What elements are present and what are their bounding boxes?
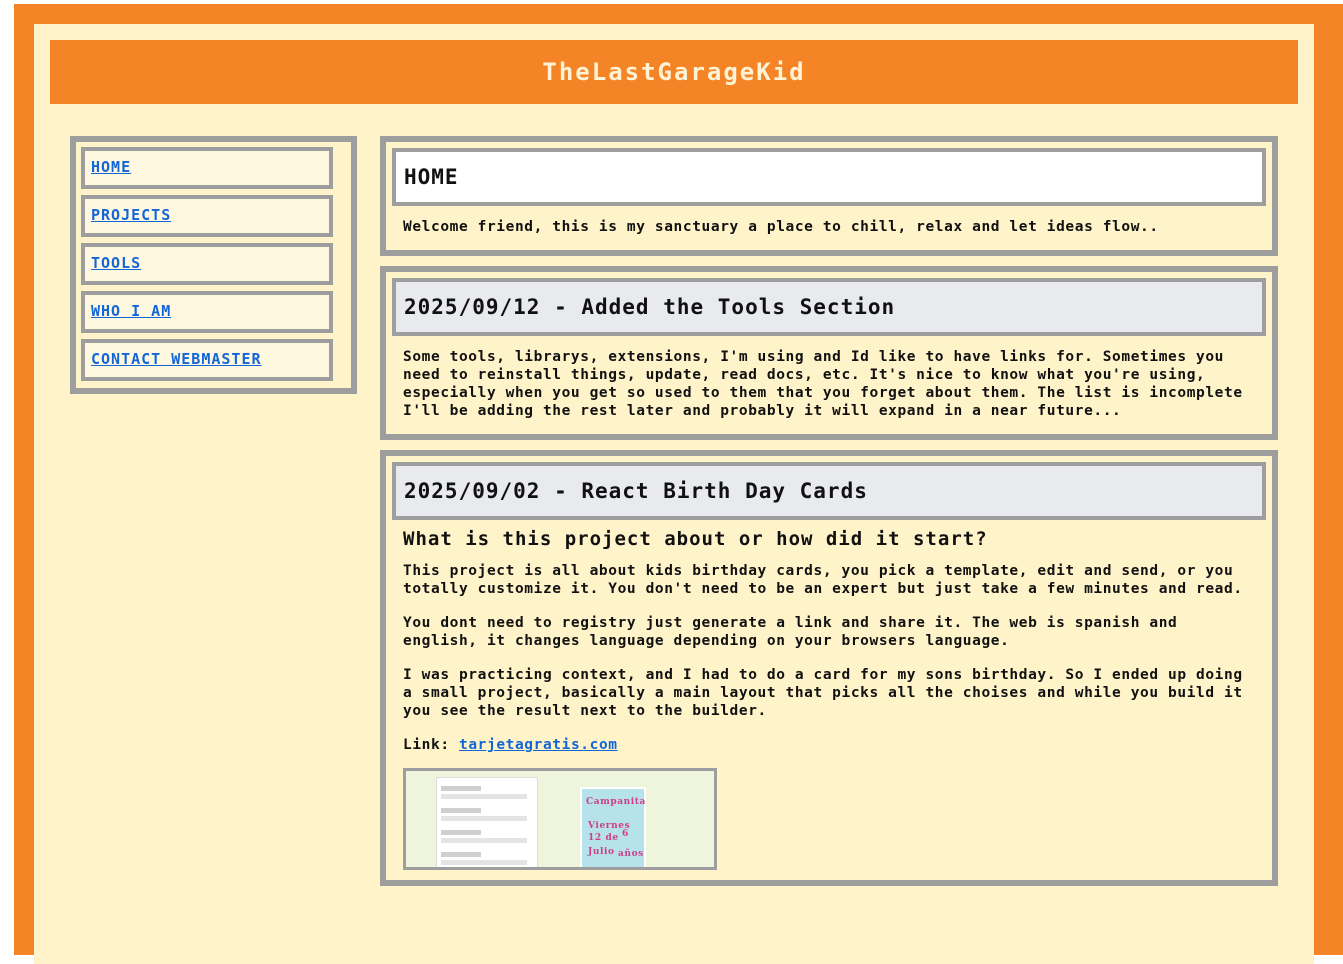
post-header: HOME xyxy=(392,148,1266,206)
nav-link-who-i-am[interactable]: WHO I AM xyxy=(91,302,171,320)
post-header: 2025/09/02 - React Birth Day Cards xyxy=(392,462,1266,520)
post-text: Welcome friend, this is my sanctuary a p… xyxy=(403,219,1159,235)
sidebar-item-who-i-am[interactable]: WHO I AM xyxy=(81,291,333,333)
project-screenshot-image[interactable]: Campanita Viernes 12 de 6 Julio años xyxy=(403,768,717,870)
nav-link-projects[interactable]: PROJECTS xyxy=(91,206,171,224)
page-frame: TheLastGarageKid HOME PROJECTS TOOLS WHO… xyxy=(14,4,1343,964)
sidebar-item-home[interactable]: HOME xyxy=(81,147,333,189)
project-link[interactable]: tarjetagratis.com xyxy=(459,737,618,753)
post-tools-section: 2025/09/12 - Added the Tools Section Som… xyxy=(380,266,1278,440)
post-title: 2025/09/12 - Added the Tools Section xyxy=(404,295,896,319)
sidebar-item-projects[interactable]: PROJECTS xyxy=(81,195,333,237)
post-subtitle: What is this project about or how did it… xyxy=(403,528,988,550)
post-body: What is this project about or how did it… xyxy=(392,520,1266,874)
post-title: 2025/09/02 - React Birth Day Cards xyxy=(404,479,868,503)
post-title: HOME xyxy=(404,165,459,189)
link-label: Link: xyxy=(403,737,450,753)
post-paragraph: You dont need to registry just generate … xyxy=(403,615,1178,649)
site-title: TheLastGarageKid xyxy=(542,58,806,86)
sidebar-item-contact[interactable]: CONTACT WEBMASTER xyxy=(81,339,333,381)
thumb-card-preview: Campanita Viernes 12 de 6 Julio años xyxy=(580,787,646,867)
post-link-line: Link: tarjetagratis.com xyxy=(403,736,1258,754)
post-home: HOME Welcome friend, this is my sanctuar… xyxy=(380,136,1278,256)
post-body: Some tools, librarys, extensions, I'm us… xyxy=(392,336,1266,428)
page-inner: TheLastGarageKid HOME PROJECTS TOOLS WHO… xyxy=(34,24,1314,964)
sidebar-nav: HOME PROJECTS TOOLS WHO I AM CONTACT WEB… xyxy=(70,136,357,394)
sidebar-item-tools[interactable]: TOOLS xyxy=(81,243,333,285)
nav-link-home[interactable]: HOME xyxy=(91,158,131,176)
post-birthday-cards: 2025/09/02 - React Birth Day Cards What … xyxy=(380,450,1278,886)
nav-link-contact-webmaster[interactable]: CONTACT WEBMASTER xyxy=(91,350,262,368)
post-header: 2025/09/12 - Added the Tools Section xyxy=(392,278,1266,336)
post-paragraph: This project is all about kids birthday … xyxy=(403,563,1243,597)
post-paragraph: I was practicing context, and I had to d… xyxy=(403,667,1243,719)
post-body: Welcome friend, this is my sanctuary a p… xyxy=(392,206,1266,244)
main-content: HOME Welcome friend, this is my sanctuar… xyxy=(380,136,1278,896)
site-header: TheLastGarageKid xyxy=(50,40,1298,104)
thumb-form-mockup xyxy=(436,777,538,867)
nav-link-tools[interactable]: TOOLS xyxy=(91,254,141,272)
post-text: Some tools, librarys, extensions, I'm us… xyxy=(403,349,1243,419)
